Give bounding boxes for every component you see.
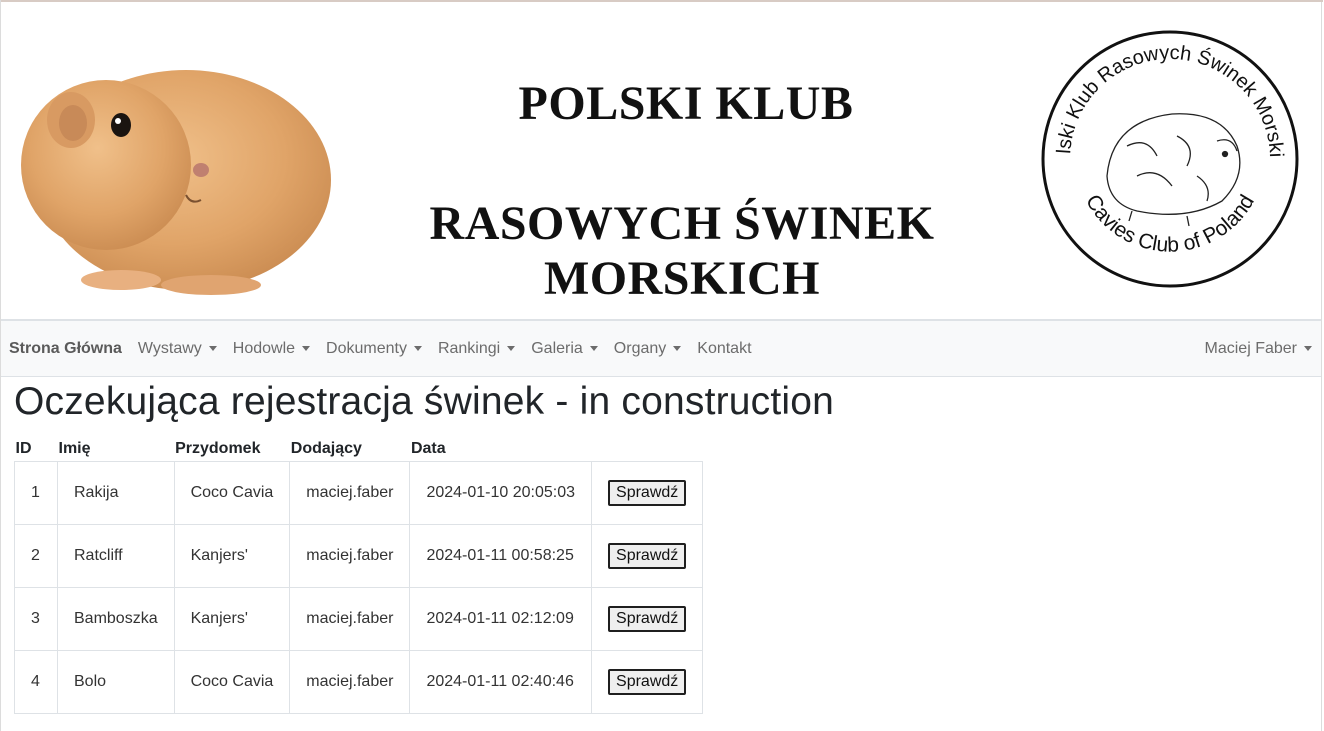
caret-down-icon: [673, 346, 682, 351]
cell-date: 2024-01-11 00:58:25: [409, 524, 593, 588]
nav-galeria-label: Galeria: [531, 339, 583, 357]
caret-down-icon: [507, 346, 516, 351]
nav-galeria[interactable]: Galeria: [531, 340, 598, 358]
caret-down-icon: [302, 346, 311, 351]
banner-title-line2: RASOWYCH ŚWINEK MORSKICH: [429, 197, 935, 305]
table-row: 1 Rakija Coco Cavia maciej.faber 2024-01…: [14, 461, 704, 525]
nav-hodowle-label: Hodowle: [232, 339, 296, 357]
check-button[interactable]: Sprawdź: [608, 669, 687, 695]
caret-down-icon: [208, 346, 217, 351]
header-prefix: Przydomek: [175, 440, 261, 457]
cell-date: 2024-01-11 02:40:46: [409, 650, 593, 714]
nav-organy-label: Organy: [613, 339, 667, 357]
cell-prefix: Kanjers': [173, 587, 291, 651]
header-added-by: Dodający: [290, 440, 362, 457]
header-action: [592, 436, 703, 462]
main-navbar: Strona Główna Wystawy Hodowle Dokumenty …: [1, 320, 1321, 377]
cell-id: 3: [14, 587, 58, 651]
nav-rankingi-label: Rankingi: [437, 339, 501, 357]
cell-action: Sprawdź: [591, 524, 704, 588]
cell-date: 2024-01-10 20:05:03: [409, 461, 593, 525]
user-name: Maciej Faber: [1204, 339, 1297, 357]
table-row: 3 Bamboszka Kanjers' maciej.faber 2024-0…: [14, 587, 704, 651]
nav-kontakt[interactable]: Kontakt: [697, 340, 751, 358]
nav-organy[interactable]: Organy: [613, 339, 682, 358]
nav-wystawy-label: Wystawy: [137, 339, 202, 357]
cell-action: Sprawdź: [591, 461, 704, 525]
user-menu[interactable]: Maciej Faber: [1205, 340, 1312, 358]
cell-added-by: maciej.faber: [289, 461, 411, 525]
caret-down-icon: [589, 346, 598, 351]
cell-id: 4: [14, 650, 58, 714]
cell-id: 2: [14, 524, 58, 588]
cell-prefix: Coco Cavia: [173, 461, 291, 525]
nav-kontakt-label: Kontakt: [697, 339, 752, 357]
cell-prefix: Coco Cavia: [173, 650, 291, 714]
cell-name: Ratcliff: [57, 524, 175, 588]
cell-name: Bamboszka: [57, 587, 175, 651]
nav-dokumenty-label: Dokumenty: [326, 339, 407, 357]
header-id: ID: [15, 440, 32, 457]
cell-added-by: maciej.faber: [289, 524, 411, 588]
guinea-pig-image: [21, 70, 331, 295]
cell-date: 2024-01-11 02:12:09: [409, 587, 593, 651]
cell-added-by: maciej.faber: [289, 650, 411, 714]
cell-prefix: Kanjers': [173, 524, 291, 588]
cell-added-by: maciej.faber: [289, 587, 411, 651]
page-title: Oczekująca rejestracja świnek - in const…: [14, 380, 835, 423]
pending-registrations-table: ID Imię Przydomek Dodający Data 1 Rakija…: [14, 436, 704, 714]
banner-title-line1: POLSKI KLUB: [518, 77, 854, 130]
page: POLSKI KLUB RASOWYCH ŚWINEK MORSKICH Pol…: [0, 0, 1323, 731]
club-seal-logo: Polski Klub Rasowych Świnek Morskich Cav…: [1037, 26, 1299, 288]
header-name: Imię: [58, 440, 91, 457]
caret-down-icon: [413, 346, 422, 351]
cell-id: 1: [14, 461, 58, 525]
nav-dokumenty[interactable]: Dokumenty: [326, 340, 422, 358]
nav-rankingi[interactable]: Rankingi: [437, 339, 516, 358]
check-button[interactable]: Sprawdź: [608, 543, 687, 569]
check-button[interactable]: Sprawdź: [608, 606, 687, 632]
nav-wystawy[interactable]: Wystawy: [138, 340, 217, 358]
nav-hodowle[interactable]: Hodowle: [232, 339, 311, 358]
header-date: Data: [410, 440, 446, 457]
check-button[interactable]: Sprawdź: [608, 480, 687, 506]
caret-down-icon: [1304, 346, 1312, 351]
header-banner: POLSKI KLUB RASOWYCH ŚWINEK MORSKICH Pol…: [1, 2, 1321, 320]
nav-home-link[interactable]: Strona Główna: [9, 340, 122, 358]
cell-action: Sprawdź: [591, 650, 704, 714]
cell-name: Rakija: [57, 461, 175, 525]
table-header-row: ID Imię Przydomek Dodający Data: [15, 436, 703, 462]
cell-action: Sprawdź: [591, 587, 704, 651]
table-row: 2 Ratcliff Kanjers' maciej.faber 2024-01…: [14, 524, 704, 588]
table-row: 4 Bolo Coco Cavia maciej.faber 2024-01-1…: [14, 650, 704, 714]
cell-name: Bolo: [57, 650, 175, 714]
